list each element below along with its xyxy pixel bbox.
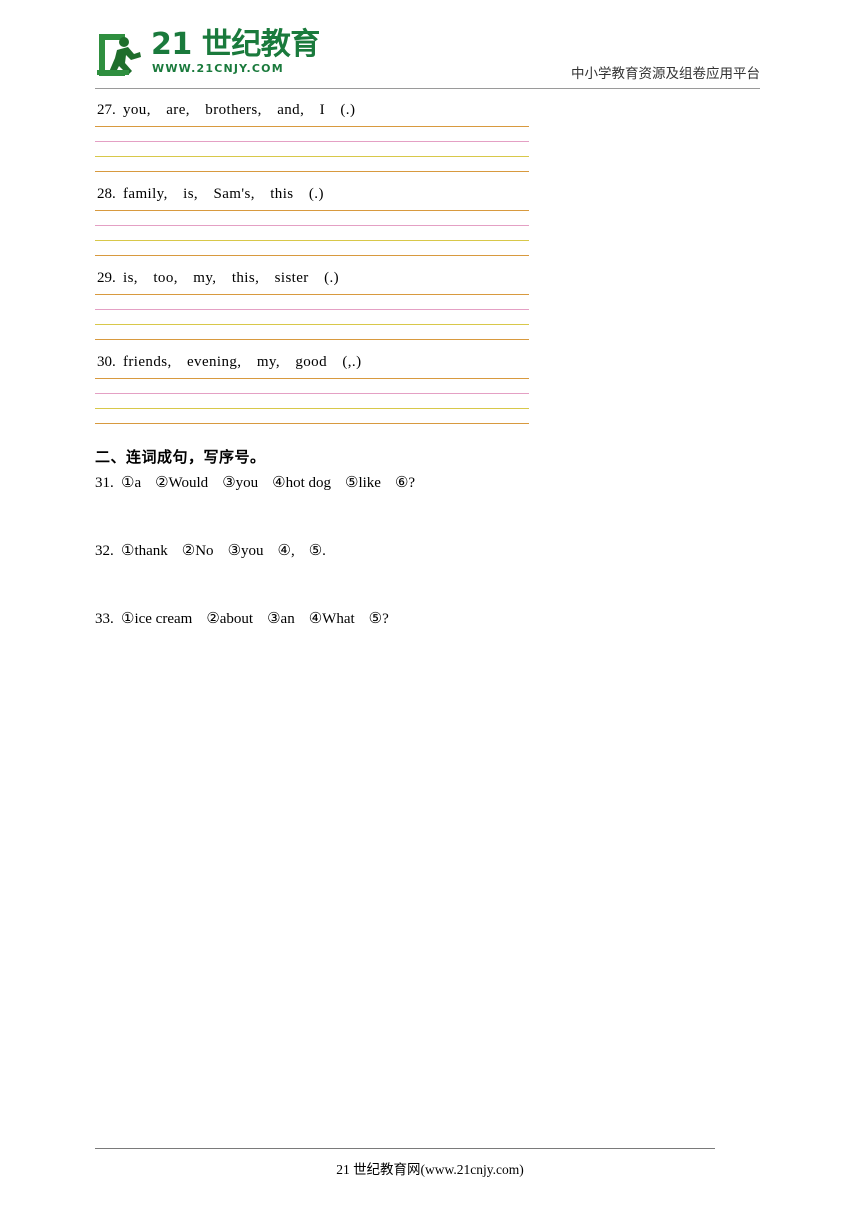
answer-lines xyxy=(95,210,529,256)
answer-line xyxy=(95,255,529,256)
document-page: 21 世纪教育 WWW.21CNJY.COM 中小学教育资源及组卷应用平台 27… xyxy=(0,0,860,1216)
answer-line xyxy=(95,423,529,424)
answer-lines xyxy=(95,378,529,424)
header-divider xyxy=(95,88,760,89)
running-person-logo-icon xyxy=(97,34,141,76)
question-words: you, are, brothers, and, I (.) xyxy=(123,102,356,118)
answer-line xyxy=(95,171,529,172)
choice-item: ①a xyxy=(121,475,142,491)
choice-item: ②about xyxy=(206,611,254,627)
choice-item: ①thank xyxy=(121,543,168,559)
footer-text: 21 世纪教育网(www.21cnjy.com) xyxy=(336,1162,524,1177)
answer-line xyxy=(95,126,529,127)
question-text: 32. ①thank ②No ③you ④, ⑤. xyxy=(95,541,760,561)
answer-line xyxy=(95,378,529,379)
choice-item: ⑤like xyxy=(345,475,381,491)
choice-item: ①ice cream xyxy=(121,611,193,627)
answer-lines xyxy=(95,294,529,340)
question-block: 30. friends, evening, my, good (,.) xyxy=(95,352,760,424)
question-text: 33. ①ice cream ②about ③an ④What ⑤? xyxy=(95,609,760,629)
page-header: 21 世纪教育 WWW.21CNJY.COM 中小学教育资源及组卷应用平台 xyxy=(95,28,760,84)
question-text: 27. you, are, brothers, and, I (.) xyxy=(95,100,760,120)
question-text: 28. family, is, Sam's, this (.) xyxy=(95,184,760,204)
question-text: 29. is, too, my, this, sister (.) xyxy=(95,268,760,288)
question-block: 33. ①ice cream ②about ③an ④What ⑤? xyxy=(95,609,760,677)
logo-text: 21 世纪教育 xyxy=(151,27,320,62)
question-number: 31. xyxy=(95,475,114,491)
answer-line xyxy=(95,339,529,340)
choice-item: ⑤? xyxy=(368,611,389,627)
answer-line xyxy=(95,393,529,394)
choice-item: ④What xyxy=(308,611,355,627)
choice-item: ②No xyxy=(181,543,214,559)
answer-line xyxy=(95,294,529,295)
footer-divider xyxy=(95,1148,715,1149)
question-number: 28. xyxy=(97,186,116,202)
question-number: 32. xyxy=(95,543,114,559)
choice-item: ④hot dog xyxy=(272,475,332,491)
answer-line xyxy=(95,156,529,157)
question-block: 29. is, too, my, this, sister (.) xyxy=(95,268,760,340)
question-number: 30. xyxy=(97,354,116,370)
answer-line xyxy=(95,225,529,226)
section-heading: 二、连词成句，写序号。 xyxy=(95,448,266,466)
site-logo: 21 世纪教育 WWW.21CNJY.COM xyxy=(95,28,320,80)
question-text: 31. ①a ②Would ③you ④hot dog ⑤like ⑥? xyxy=(95,473,760,493)
question-text: 30. friends, evening, my, good (,.) xyxy=(95,352,760,372)
question-block: 28. family, is, Sam's, this (.) xyxy=(95,184,760,256)
choice-item: ⑥? xyxy=(394,475,416,491)
question-words: family, is, Sam's, this (.) xyxy=(123,186,324,202)
answer-line xyxy=(95,240,529,241)
answer-line xyxy=(95,324,529,325)
logo-subtext: WWW.21CNJY.COM xyxy=(152,62,284,75)
question-words: is, too, my, this, sister (.) xyxy=(123,270,340,286)
question-block: 27. you, are, brothers, and, I (.) xyxy=(95,100,760,172)
choice-item: ③you xyxy=(222,475,259,491)
choice-item: ③you xyxy=(227,543,264,559)
choice-item: ②Would xyxy=(155,475,209,491)
answer-line xyxy=(95,309,529,310)
answer-line xyxy=(95,141,529,142)
header-platform-label: 中小学教育资源及组卷应用平台 xyxy=(571,66,760,81)
answer-line xyxy=(95,210,529,211)
question-words: friends, evening, my, good (,.) xyxy=(123,354,362,370)
choice-item: ③an xyxy=(267,611,295,627)
answer-line xyxy=(95,408,529,409)
answer-lines xyxy=(95,126,529,172)
question-number: 27. xyxy=(97,102,116,118)
question-number: 29. xyxy=(97,270,116,286)
question-number: 33. xyxy=(95,611,114,627)
question-block: 32. ①thank ②No ③you ④, ⑤. xyxy=(95,541,760,609)
question-block: 31. ①a ②Would ③you ④hot dog ⑤like ⑥? xyxy=(95,473,760,541)
document-content: 27. you, are, brothers, and, I (.) 28. fam… xyxy=(95,100,760,677)
choice-item: ⑤. xyxy=(308,543,326,559)
choice-item: ④, xyxy=(277,543,295,559)
